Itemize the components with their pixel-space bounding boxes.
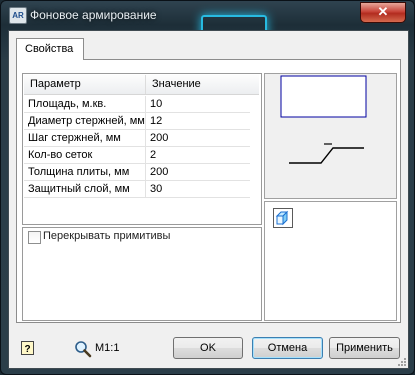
help-icon[interactable]: ?	[21, 341, 35, 356]
resize-grip-icon[interactable]	[397, 357, 407, 367]
cube-icon[interactable]	[273, 208, 293, 228]
dialog-window: AR Фоновое армирование ✕ Свойства Параме…	[0, 0, 415, 375]
param-value[interactable]: 200	[146, 164, 250, 180]
param-value[interactable]: 12	[146, 113, 250, 129]
properties-grid: Параметр Значение Площадь, м.кв. 10 Диам…	[22, 73, 262, 225]
zoom-icon	[75, 341, 92, 358]
param-name: Площадь, м.кв.	[24, 96, 146, 112]
close-icon: ✕	[377, 4, 389, 19]
param-value[interactable]: 10	[146, 96, 250, 112]
param-name: Диаметр стержней, мм	[24, 113, 146, 129]
table-row[interactable]: Кол-во сеток 2	[24, 147, 250, 164]
column-header-value[interactable]: Значение	[146, 75, 259, 94]
table-row[interactable]: Защитный слой, мм 30	[24, 181, 250, 198]
rebar-preview-drawing	[280, 75, 367, 164]
param-name: Толщина плиты, мм	[24, 164, 146, 180]
tab-label: Свойства	[25, 43, 74, 55]
options-panel: Перекрывать примитивы	[22, 227, 262, 321]
view-panel	[264, 201, 397, 321]
overlap-checkbox[interactable]	[28, 231, 41, 244]
svg-text:?: ?	[25, 344, 31, 355]
overlap-checkbox-label[interactable]: Перекрывать примитивы	[43, 230, 170, 242]
table-row[interactable]: Диаметр стержней, мм 12	[24, 113, 250, 130]
param-value[interactable]: 2	[146, 147, 250, 163]
app-icon: AR	[9, 7, 27, 24]
apply-button[interactable]: Применить	[329, 337, 400, 359]
table-row[interactable]: Толщина плиты, мм 200	[24, 164, 250, 181]
grid-header: Параметр Значение	[24, 75, 259, 95]
param-value[interactable]: 200	[146, 130, 250, 146]
title-bar[interactable]: AR Фоновое армирование ✕	[1, 1, 414, 47]
param-value[interactable]: 30	[146, 181, 250, 197]
param-name: Защитный слой, мм	[24, 181, 146, 197]
plan-rect	[280, 75, 367, 118]
window-title: Фоновое армирование	[30, 8, 157, 22]
section-line	[289, 147, 364, 164]
rebar-preview-panel	[264, 73, 397, 199]
tab-properties[interactable]: Свойства	[16, 38, 84, 60]
ok-button[interactable]: OK	[173, 337, 243, 359]
param-name: Шаг стержней, мм	[24, 130, 146, 146]
close-button[interactable]: ✕	[360, 2, 406, 23]
column-header-param[interactable]: Параметр	[24, 75, 146, 94]
zoom-scale: M1:1	[95, 342, 120, 354]
dialog-client-area: Свойства Параметр Значение Площадь, м.кв…	[8, 30, 409, 369]
table-row[interactable]: Площадь, м.кв. 10	[24, 96, 250, 113]
cancel-button[interactable]: Отмена	[252, 337, 323, 359]
param-name: Кол-во сеток	[24, 147, 146, 163]
table-row[interactable]: Шаг стержней, мм 200	[24, 130, 250, 147]
